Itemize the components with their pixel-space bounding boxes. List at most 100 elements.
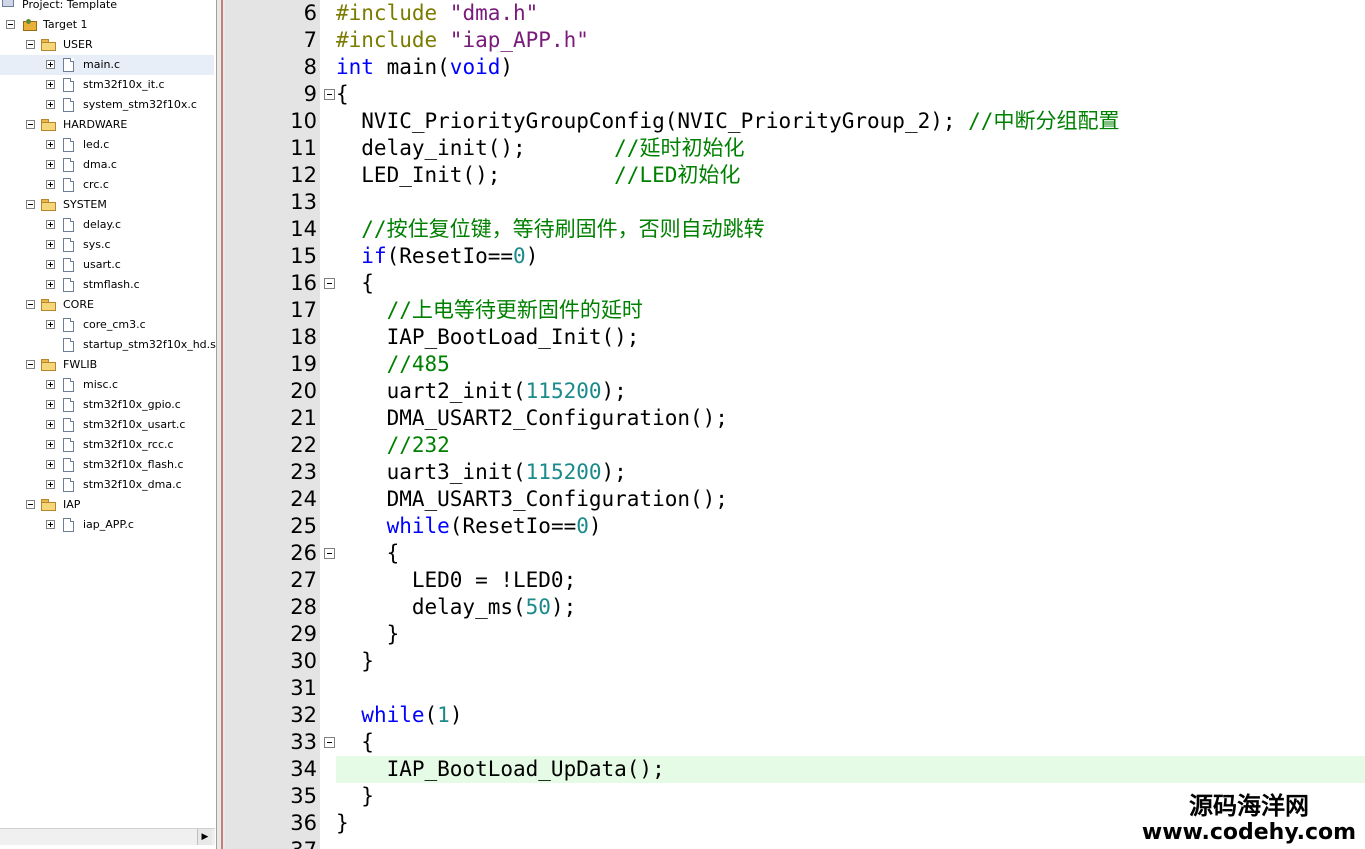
code-line[interactable]: 19 //485 (225, 351, 1365, 378)
code-text[interactable]: delay_ms(50); (336, 594, 576, 621)
collapse-icon[interactable] (26, 500, 35, 509)
expand-icon[interactable] (46, 320, 55, 329)
code-line[interactable]: 27 LED0 = !LED0; (225, 567, 1365, 594)
code-line[interactable]: 7 #include "iap_APP.h" (225, 27, 1365, 54)
file-item[interactable]: main.c (0, 55, 214, 75)
code-text[interactable]: //上电等待更新固件的延时 (336, 297, 643, 324)
collapse-icon[interactable] (26, 120, 35, 129)
code-line[interactable]: 8 int main(void) (225, 54, 1365, 81)
code-text[interactable]: //485 (336, 351, 450, 378)
code-text[interactable]: DMA_USART2_Configuration(); (336, 405, 728, 432)
fold-collapse-icon[interactable] (324, 89, 335, 100)
code-text[interactable]: } (336, 810, 349, 837)
code-token: 115200 (525, 379, 602, 403)
code-text[interactable]: } (336, 648, 374, 675)
code-line[interactable]: 13 (225, 189, 1365, 216)
expand-icon[interactable] (46, 480, 55, 489)
code-text[interactable]: if(ResetIo==0) (336, 243, 538, 270)
code-line[interactable]: 25 while(ResetIo==0) (225, 513, 1365, 540)
code-text[interactable]: { (336, 81, 349, 108)
code-line[interactable]: 15 if(ResetIo==0) (225, 243, 1365, 270)
code-text[interactable]: NVIC_PriorityGroupConfig(NVIC_PriorityGr… (336, 108, 1119, 135)
code-line[interactable]: 29 } (225, 621, 1365, 648)
file-label: stm32f10x_rcc.c (83, 438, 174, 451)
horizontal-scrollbar[interactable]: ▶ (0, 828, 215, 845)
code-line-current[interactable]: 34 IAP_BootLoad_UpData(); (225, 756, 1365, 783)
code-text[interactable]: delay_init(); //延时初始化 (336, 135, 744, 162)
code-line[interactable]: 24 DMA_USART3_Configuration(); (225, 486, 1365, 513)
collapse-icon[interactable] (26, 360, 35, 369)
collapse-icon[interactable] (26, 300, 35, 309)
expand-icon[interactable] (46, 180, 55, 189)
fold-collapse-icon[interactable] (324, 737, 335, 748)
code-line[interactable]: 14 //按住复位键，等待刷固件，否则自动跳转 (225, 216, 1365, 243)
code-text[interactable]: IAP_BootLoad_Init(); (336, 324, 640, 351)
expand-icon[interactable] (46, 400, 55, 409)
expand-icon[interactable] (46, 420, 55, 429)
code-line[interactable]: 21 DMA_USART2_Configuration(); (225, 405, 1365, 432)
code-text[interactable]: //232 (336, 432, 450, 459)
code-text[interactable]: //按住复位键，等待刷固件，否则自动跳转 (336, 216, 765, 243)
code-line[interactable]: 11 delay_init(); //延时初始化 (225, 135, 1365, 162)
code-line[interactable]: 12 LED_Init(); //LED初始化 (225, 162, 1365, 189)
file-icon (63, 138, 74, 152)
expand-icon[interactable] (46, 100, 55, 109)
code-line[interactable]: 10 NVIC_PriorityGroupConfig(NVIC_Priorit… (225, 108, 1365, 135)
code-text[interactable]: while(ResetIo==0) (336, 513, 602, 540)
code-line[interactable]: 31 (225, 675, 1365, 702)
code-text[interactable]: { (336, 540, 400, 567)
code-text[interactable]: } (336, 783, 374, 810)
code-text[interactable]: DMA_USART3_Configuration(); (336, 486, 728, 513)
code-text[interactable]: uart2_init(115200); (336, 378, 627, 405)
expand-icon[interactable] (46, 380, 55, 389)
fold-collapse-icon[interactable] (324, 278, 335, 289)
collapse-icon[interactable] (6, 20, 15, 29)
code-token: //按住复位键，等待刷固件，否则自动跳转 (336, 217, 765, 241)
code-line[interactable]: 16 { (225, 270, 1365, 297)
expand-icon[interactable] (46, 440, 55, 449)
expand-icon[interactable] (46, 280, 55, 289)
expand-icon[interactable] (46, 520, 55, 529)
expand-icon[interactable] (46, 60, 55, 69)
line-number: 23 (290, 460, 317, 484)
code-line[interactable]: 30 } (225, 648, 1365, 675)
code-text[interactable]: LED0 = !LED0; (336, 567, 576, 594)
code-line[interactable]: 28 delay_ms(50); (225, 594, 1365, 621)
code-line[interactable]: 32 while(1) (225, 702, 1365, 729)
expand-icon[interactable] (46, 140, 55, 149)
code-line[interactable]: 33 { (225, 729, 1365, 756)
expand-icon[interactable] (46, 160, 55, 169)
code-line[interactable]: 26 { (225, 540, 1365, 567)
expand-icon[interactable] (46, 240, 55, 249)
code-line[interactable]: 6 #include "dma.h" (225, 0, 1365, 27)
code-text[interactable]: LED_Init(); //LED初始化 (336, 162, 740, 189)
collapse-icon[interactable] (26, 40, 35, 49)
code-token: ) (588, 514, 602, 538)
code-line[interactable]: 23 uart3_init(115200); (225, 459, 1365, 486)
collapse-icon[interactable] (26, 200, 35, 209)
code-text[interactable]: uart3_init(115200); (336, 459, 627, 486)
code-text[interactable]: #include "iap_APP.h" (336, 27, 589, 54)
expand-icon[interactable] (46, 80, 55, 89)
expand-icon[interactable] (46, 220, 55, 229)
project-panel[interactable]: Project: Template Target 1 USER main.c stm32… (0, 0, 217, 849)
group-label: USER (63, 38, 93, 51)
code-editor[interactable]: 6 #include "dma.h" 7 #include "iap_APP.h" 8 i… (225, 0, 1365, 849)
code-text[interactable]: IAP_BootLoad_UpData(); (336, 756, 665, 783)
code-line[interactable]: 22 //232 (225, 432, 1365, 459)
code-text[interactable]: while(1) (336, 702, 462, 729)
expand-icon[interactable] (46, 460, 55, 469)
code-text[interactable]: { (336, 729, 374, 756)
code-line[interactable]: 9{ (225, 81, 1365, 108)
code-line[interactable]: 20 uart2_init(115200); (225, 378, 1365, 405)
code-line[interactable]: 17 //上电等待更新固件的延时 (225, 297, 1365, 324)
code-text[interactable]: { (336, 270, 374, 297)
code-text[interactable]: int main(void) (336, 54, 513, 81)
fold-collapse-icon[interactable] (324, 548, 335, 559)
expand-icon[interactable] (46, 260, 55, 269)
scroll-right-arrow-icon[interactable]: ▶ (197, 829, 212, 845)
code-text[interactable]: #include "dma.h" (336, 0, 538, 27)
line-number: 30 (290, 649, 317, 673)
code-line[interactable]: 18 IAP_BootLoad_Init(); (225, 324, 1365, 351)
code-text[interactable]: } (336, 621, 400, 648)
